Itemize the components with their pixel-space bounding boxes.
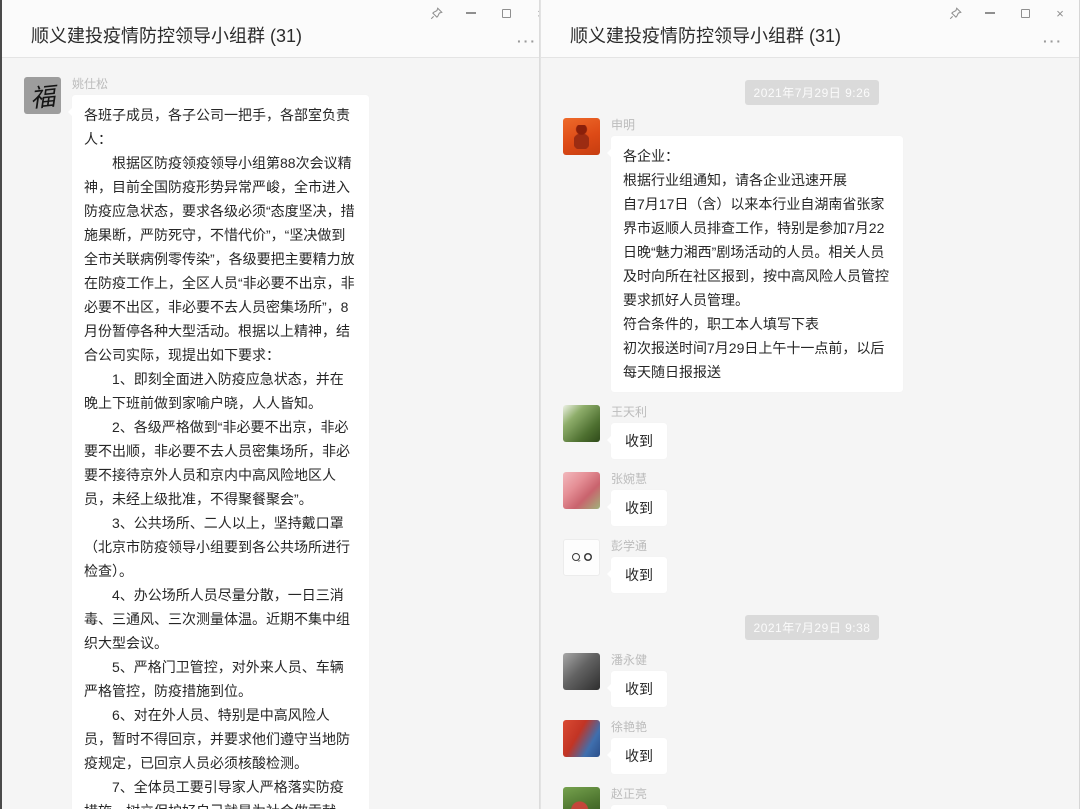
right-titlebar: 顺义建投疫情防控领导小组群 (31) × ···: [541, 0, 1079, 58]
message-bubble: 收到: [611, 738, 667, 774]
message-bubble: 收到: [611, 423, 667, 459]
avatar[interactable]: [563, 539, 600, 576]
avatar[interactable]: [563, 118, 600, 155]
timestamp-row: 2021年7月29日 9:38: [563, 615, 1061, 640]
close-icon[interactable]: ×: [534, 6, 539, 20]
maximize-icon[interactable]: [1018, 6, 1032, 20]
message-row: 彭学通 收到: [563, 539, 1061, 593]
message-row: 王天利 收到: [563, 405, 1061, 459]
message-bubble: 各企业： 根据行业组通知，请各企业迅速开展 自7月17日（含）以来本行业自湖南省…: [611, 136, 903, 392]
right-chat-area[interactable]: 2021年7月29日 9:26 申明 各企业： 根据行业组通知，请各企业迅速开展…: [541, 58, 1079, 809]
more-menu-icon[interactable]: ···: [1043, 33, 1063, 49]
message-row: 申明 各企业： 根据行业组通知，请各企业迅速开展 自7月17日（含）以来本行业自…: [563, 118, 1061, 392]
left-group-title: 顺义建投疫情防控领导小组群 (31): [31, 22, 302, 48]
avatar[interactable]: [563, 720, 600, 757]
avatar[interactable]: 福: [24, 77, 61, 114]
right-group-title: 顺义建投疫情防控领导小组群 (31): [570, 22, 841, 48]
sender-name: 徐艳艳: [611, 720, 667, 734]
right-window-controls: ×: [948, 6, 1067, 20]
avatar[interactable]: [563, 472, 600, 509]
sender-name: 潘永健: [611, 653, 667, 667]
sender-name: 王天利: [611, 405, 667, 419]
message-bubble: 收到: [611, 671, 667, 707]
timestamp-badge: 2021年7月29日 9:26: [745, 80, 880, 105]
message-bubble: 收到: [611, 490, 667, 526]
avatar[interactable]: [563, 405, 600, 442]
sender-name: 赵正亮: [611, 787, 667, 801]
more-menu-icon[interactable]: ···: [517, 33, 537, 49]
message-row: 赵正亮 收到: [563, 787, 1061, 809]
close-icon[interactable]: ×: [1053, 6, 1067, 20]
left-chat-area[interactable]: 福 姚仕松 各班子成员，各子公司一把手，各部室负责人： 根据区防疫领疫领导小组第…: [2, 58, 539, 809]
sender-name: 申明: [611, 118, 903, 132]
timestamp-badge: 2021年7月29日 9:38: [745, 615, 880, 640]
sender-name: 姚仕松: [72, 77, 369, 91]
message-bubble: 各班子成员，各子公司一把手，各部室负责人： 根据区防疫领疫领导小组第88次会议精…: [72, 95, 369, 809]
pin-icon[interactable]: [429, 6, 443, 20]
message-row: 张婉慧 收到: [563, 472, 1061, 526]
pin-icon[interactable]: [948, 6, 962, 20]
left-window-controls: ×: [429, 6, 539, 20]
minimize-icon[interactable]: [464, 6, 478, 20]
sender-name: 彭学通: [611, 539, 667, 553]
sender-name: 张婉慧: [611, 472, 667, 486]
avatar[interactable]: [563, 653, 600, 690]
chat-window-left: 顺义建投疫情防控领导小组群 (31) × ··· 福 姚仕松 各班: [0, 0, 540, 809]
chat-window-right: 顺义建投疫情防控领导小组群 (31) × ··· 2021年7月29日 9:26: [540, 0, 1080, 809]
screenshot-stage: 顺义建投疫情防控领导小组群 (31) × ··· 福 姚仕松 各班: [0, 0, 1080, 809]
minimize-icon[interactable]: [983, 6, 997, 20]
message-row: 潘永健 收到: [563, 653, 1061, 707]
message-row: 福 姚仕松 各班子成员，各子公司一把手，各部室负责人： 根据区防疫领疫领导小组第…: [24, 77, 521, 809]
left-titlebar: 顺义建投疫情防控领导小组群 (31) × ···: [2, 0, 539, 58]
message-bubble: 收到: [611, 805, 667, 809]
calligraphy-glyph: 福: [28, 77, 57, 114]
avatar[interactable]: [563, 787, 600, 809]
message-row: 徐艳艳 收到: [563, 720, 1061, 774]
message-bubble: 收到: [611, 557, 667, 593]
timestamp-row: 2021年7月29日 9:26: [563, 80, 1061, 105]
maximize-icon[interactable]: [499, 6, 513, 20]
